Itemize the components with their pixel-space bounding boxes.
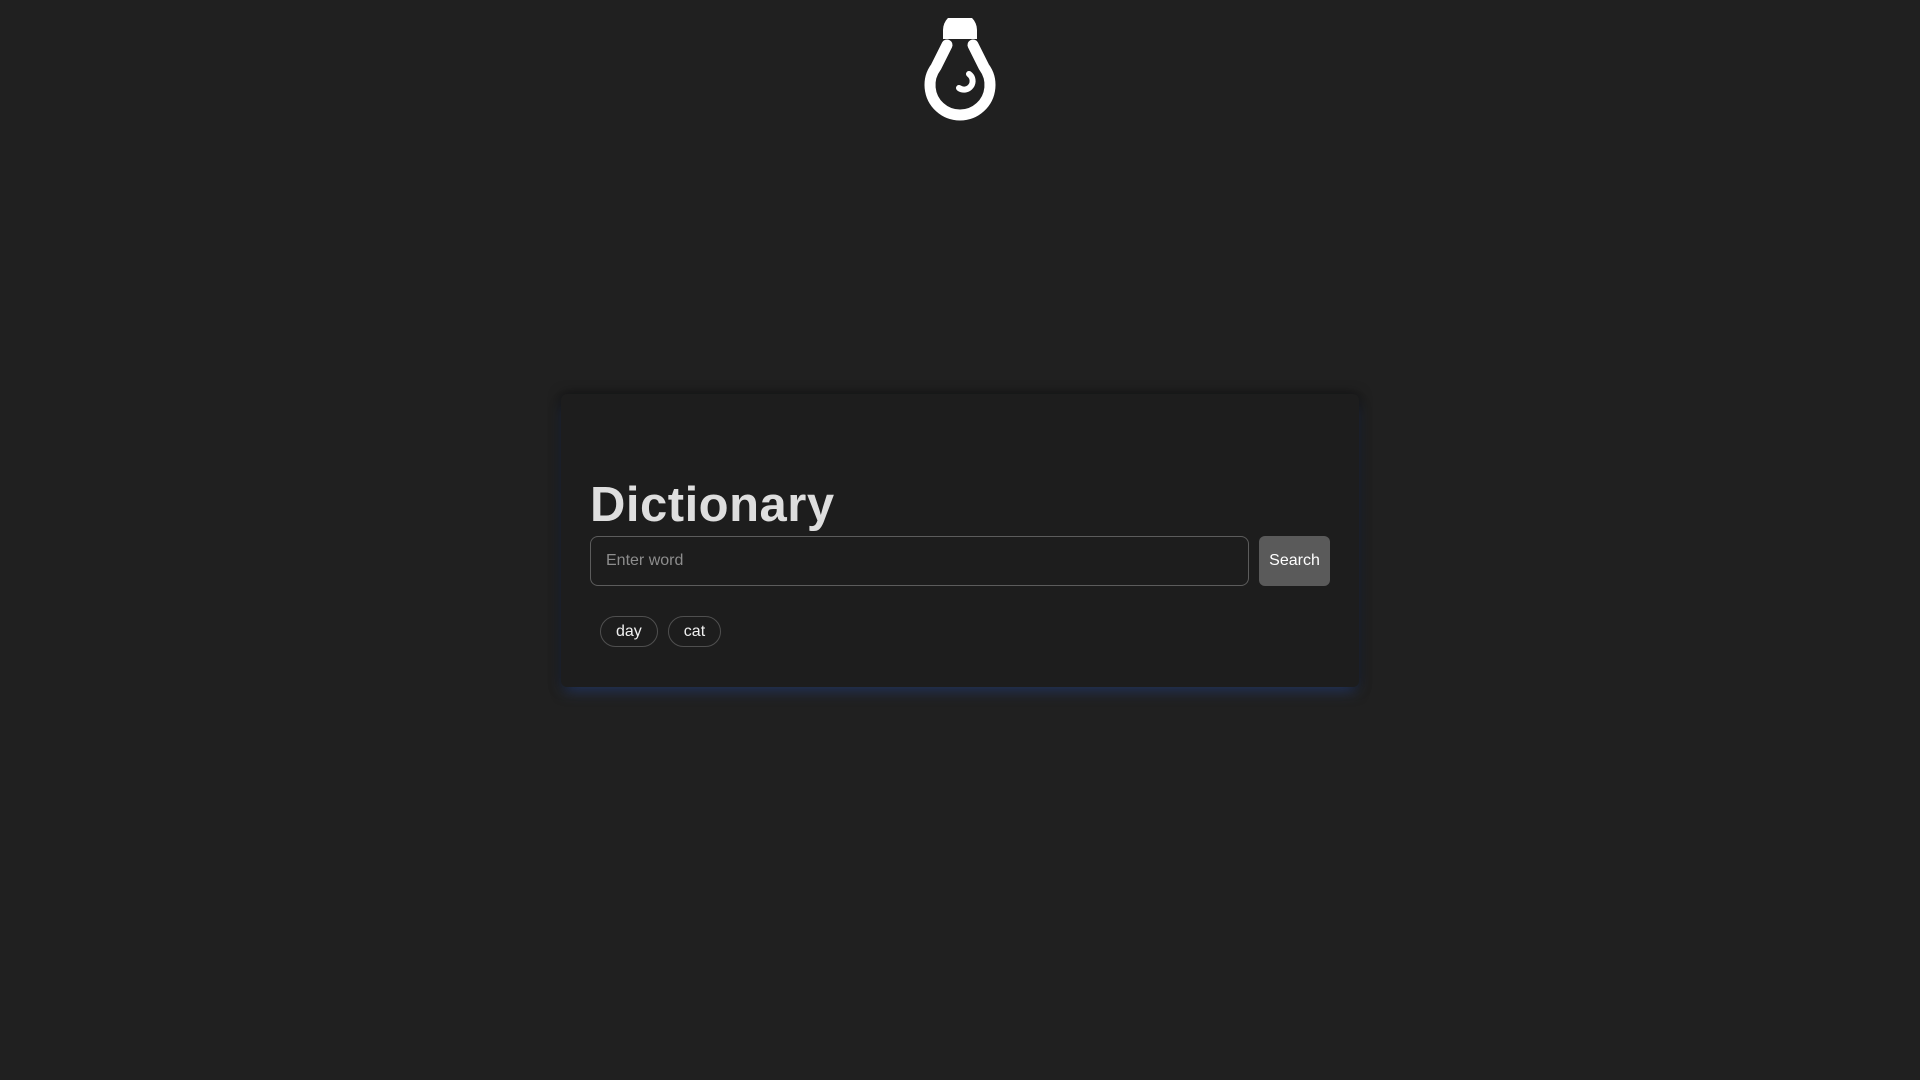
search-input[interactable] (590, 536, 1249, 586)
page-title: Dictionary (590, 478, 835, 532)
lightbulb-icon (924, 18, 996, 121)
suggestion-chip-cat[interactable]: cat (667, 616, 722, 647)
suggestion-chip-day[interactable]: day (600, 616, 658, 647)
theme-toggle-button[interactable] (920, 18, 1000, 124)
page: Dictionary Search day cat (0, 0, 1920, 1080)
suggestion-list: day cat (600, 616, 722, 647)
search-button[interactable]: Search (1259, 536, 1330, 586)
dictionary-card: Dictionary Search day cat (561, 394, 1359, 687)
